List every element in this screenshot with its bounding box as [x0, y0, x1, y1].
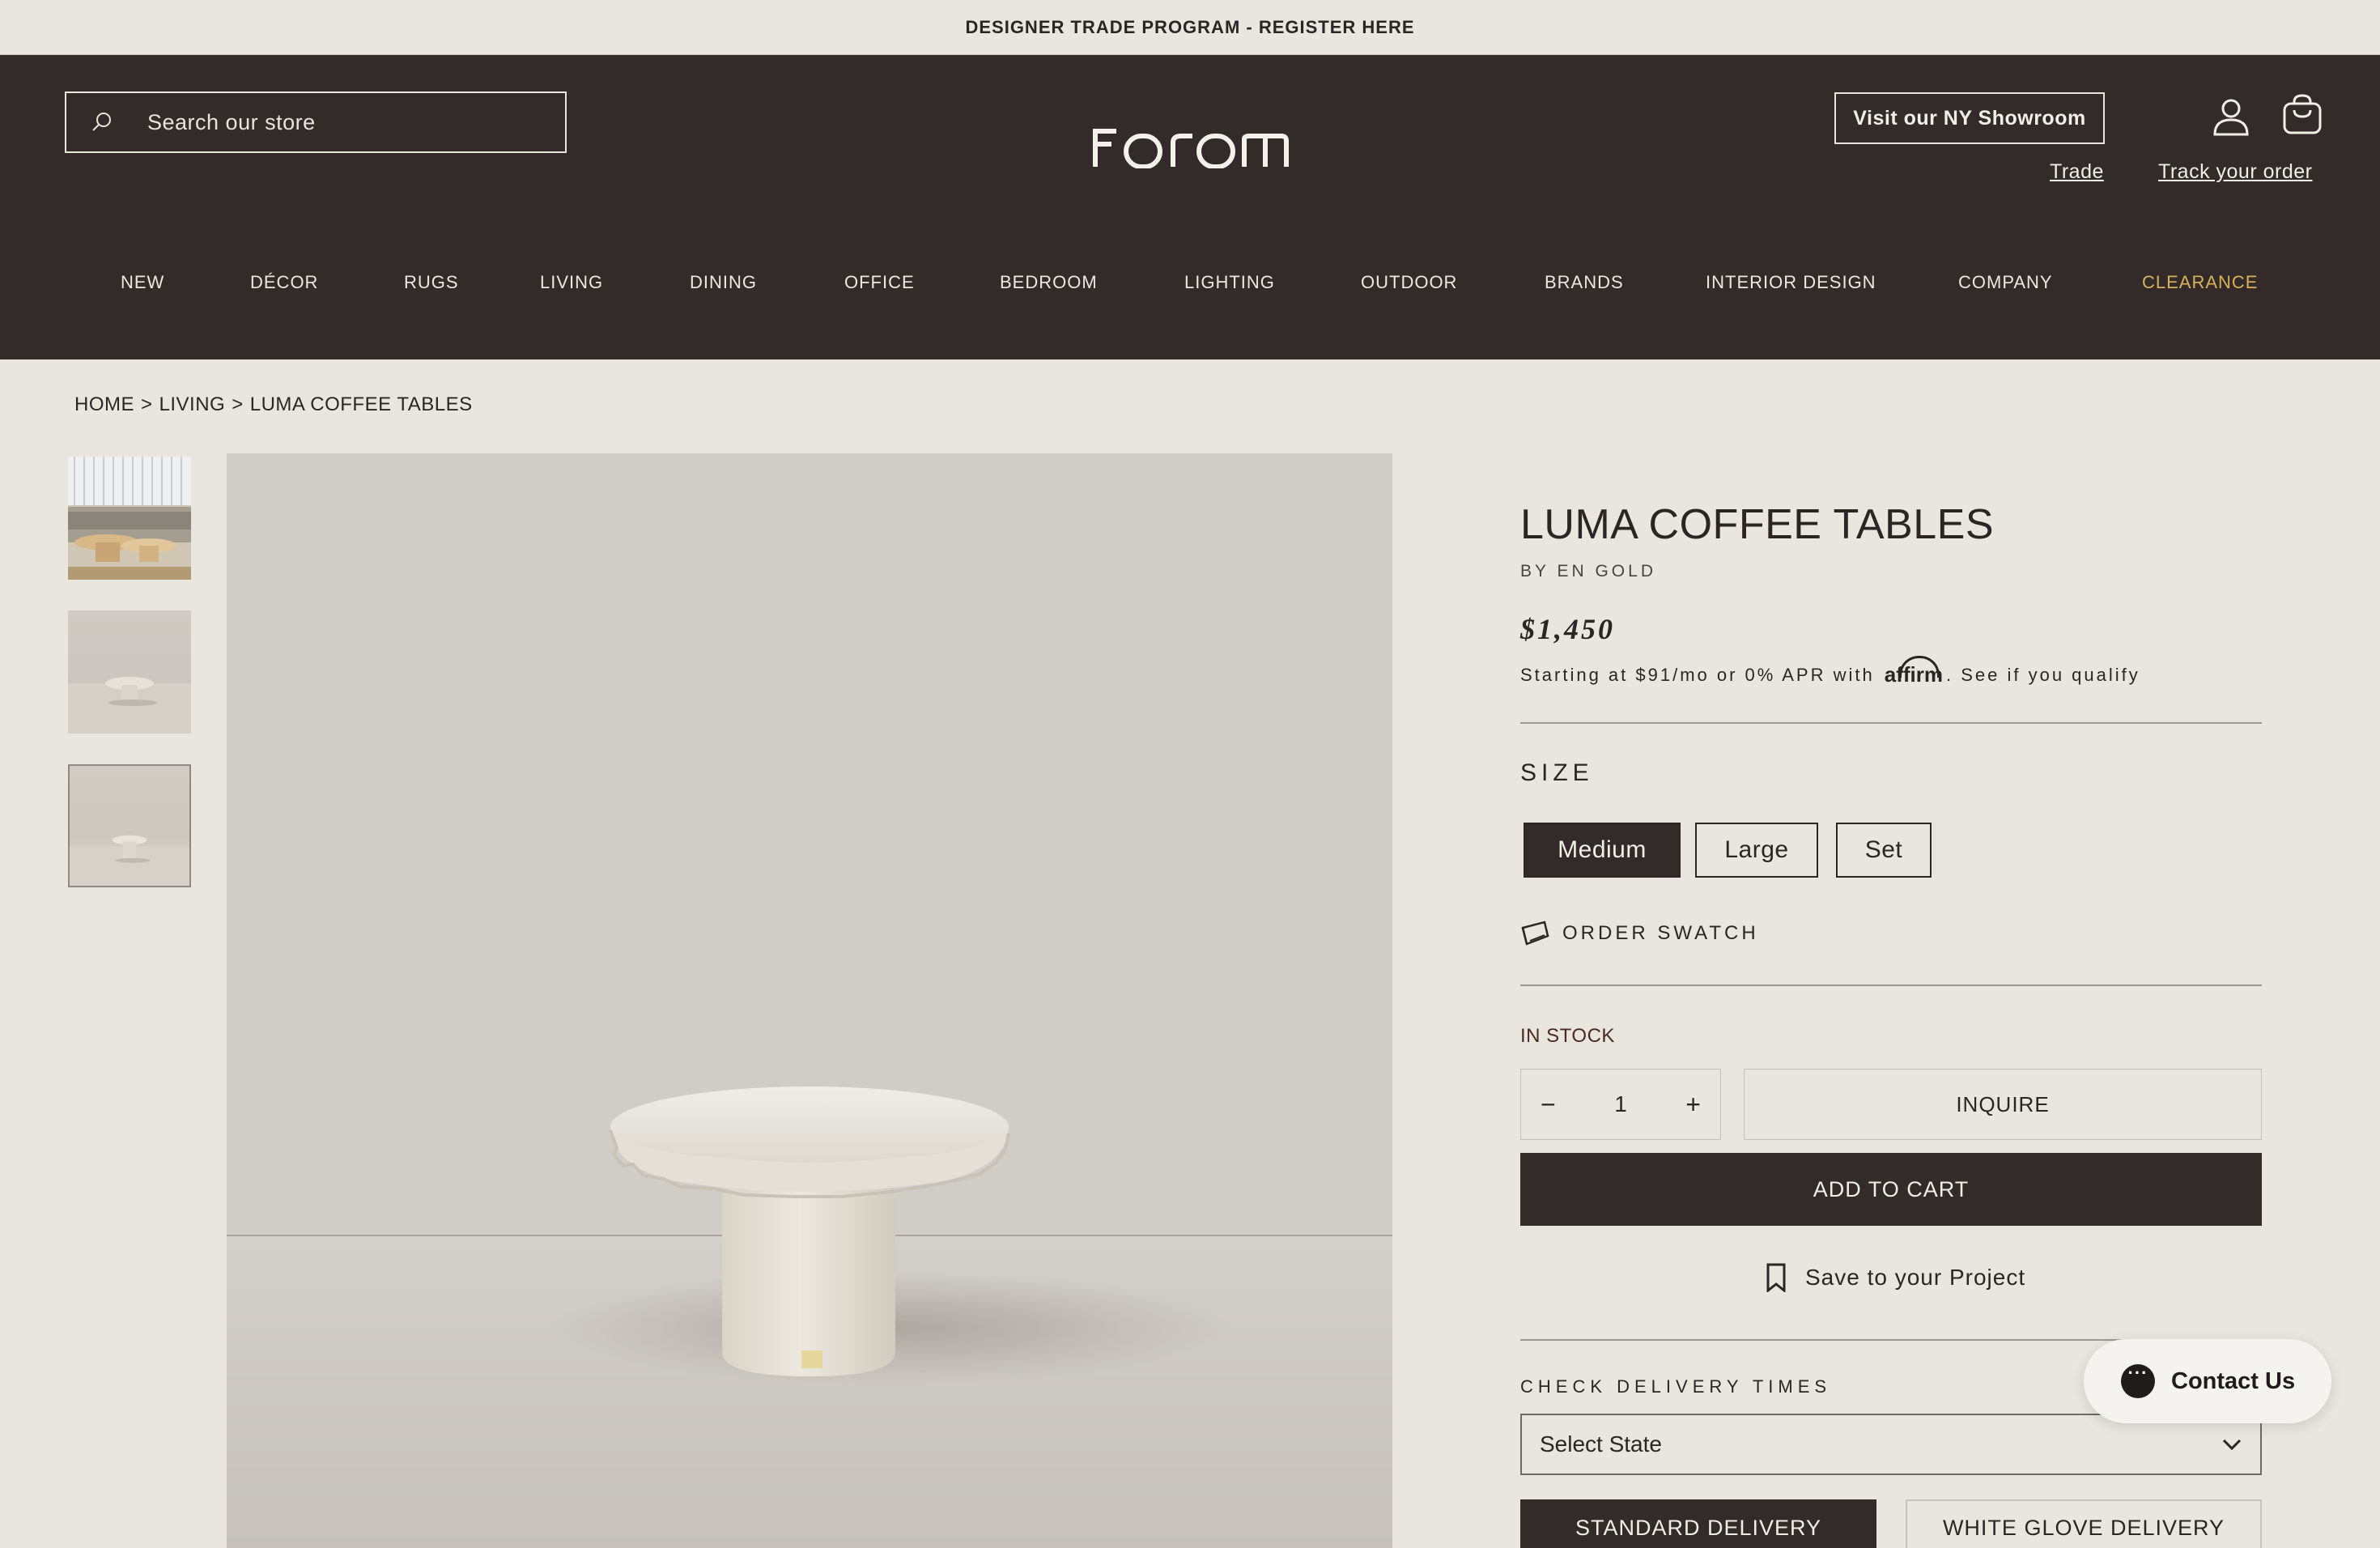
trade-link[interactable]: Trade — [2050, 160, 2104, 184]
nav-item-dining[interactable]: DINING — [690, 272, 757, 293]
nav-item-brands[interactable]: BRANDS — [1545, 272, 1624, 293]
breadcrumb-separator: > — [232, 393, 244, 415]
nav-item-bedroom[interactable]: BEDROOM — [1000, 272, 1098, 293]
chat-bubble-icon — [2121, 1363, 2155, 1398]
size-option-medium[interactable]: Medium — [1524, 823, 1681, 878]
size-label: SIZE — [1520, 759, 1594, 786]
account-icon[interactable] — [2210, 96, 2252, 138]
contact-us-label: Contact Us — [2171, 1367, 2296, 1394]
delivery-times-label: CHECK DELIVERY TIMES — [1520, 1376, 1832, 1397]
stock-status: IN STOCK — [1520, 1025, 1615, 1047]
main-product-image[interactable] — [227, 453, 1392, 1548]
breadcrumb-separator: > — [141, 393, 153, 415]
product-price: $1,450 — [1520, 613, 1615, 645]
nav-item-interior-design[interactable]: INTERIOR DESIGN — [1706, 272, 1876, 293]
site-logo[interactable] — [1085, 116, 1295, 172]
inquire-button[interactable]: INQUIRE — [1744, 1069, 2262, 1140]
nav-item-lighting[interactable]: LIGHTING — [1184, 272, 1275, 293]
save-to-project-button[interactable]: Save to your Project — [1765, 1263, 2025, 1292]
thumbnail-table-image — [68, 677, 191, 734]
affirm-logo: affirm — [1884, 656, 1943, 687]
product-thumbnail-3[interactable] — [68, 764, 191, 887]
search-placeholder: Search our store — [147, 109, 316, 134]
site-header: Search our store Visit our NY Showroom T… — [0, 55, 2380, 359]
nav-item-living[interactable]: LIVING — [540, 272, 603, 293]
order-swatch-button[interactable]: ORDER SWATCH — [1520, 920, 1759, 947]
breadcrumb-living[interactable]: LIVING — [159, 393, 226, 416]
search-input[interactable]: Search our store — [65, 91, 567, 153]
quantity-decrease-button[interactable]: − — [1541, 1090, 1556, 1120]
coffee-table-photo — [227, 453, 1392, 1548]
quantity-input[interactable]: 1 — [1614, 1091, 1627, 1117]
financing-qualify-link[interactable]: . See if you qualify — [1946, 665, 2140, 686]
announcement-text[interactable]: DESIGNER TRADE PROGRAM - REGISTER HERE — [965, 17, 1414, 38]
search-icon — [92, 113, 111, 131]
financing-prefix: Starting at $91/mo or 0% APR with — [1520, 664, 1875, 685]
product-brand[interactable]: BY EN GOLD — [1520, 562, 1656, 581]
thumbnail-table-image-small — [70, 835, 189, 886]
nav-item-office[interactable]: OFFICE — [844, 272, 915, 293]
bookmark-icon — [1766, 1263, 1786, 1292]
white-glove-delivery-button[interactable]: WHITE GLOVE DELIVERY — [1906, 1499, 2262, 1548]
nav-item-clearance[interactable]: CLEARANCE — [2142, 272, 2258, 293]
product-title: LUMA COFFEE TABLES — [1520, 501, 1995, 548]
breadcrumb-current: LUMA COFFEE TABLES — [249, 393, 473, 415]
standard-delivery-button[interactable]: STANDARD DELIVERY — [1520, 1499, 1876, 1548]
nav-item-rugs[interactable]: RUGS — [404, 272, 459, 293]
nav-item-decor[interactable]: DÉCOR — [250, 272, 318, 293]
cart-icon[interactable] — [2281, 94, 2323, 136]
product-thumbnail-1[interactable] — [68, 457, 191, 580]
quantity-stepper: − 1 + — [1520, 1069, 1721, 1140]
track-order-link[interactable]: Track your order — [2158, 160, 2312, 184]
swatch-icon — [1521, 921, 1549, 946]
order-swatch-label: ORDER SWATCH — [1562, 922, 1759, 944]
nav-item-outdoor[interactable]: OUTDOOR — [1361, 272, 1457, 293]
nav-item-company[interactable]: COMPANY — [1958, 272, 2053, 293]
nav-item-new[interactable]: NEW — [121, 272, 164, 293]
contact-us-button[interactable]: Contact Us — [2084, 1339, 2331, 1423]
divider — [1520, 722, 2262, 724]
save-to-project-label: Save to your Project — [1805, 1265, 2026, 1290]
logo-wordmark — [1093, 129, 1289, 168]
showroom-button[interactable]: Visit our NY Showroom — [1834, 92, 2105, 144]
size-option-set[interactable]: Set — [1836, 823, 1932, 878]
breadcrumb-home[interactable]: HOME — [74, 393, 134, 416]
breadcrumb: HOME > LIVING > LUMA COFFEE TABLES — [74, 393, 473, 416]
financing-text: Starting at $91/mo or 0% APR with affirm… — [1520, 656, 2140, 687]
product-thumbnail-2[interactable] — [68, 610, 191, 734]
divider — [1520, 985, 2262, 986]
main-nav: NEW DÉCOR RUGS LIVING DINING OFFICE BEDR… — [0, 272, 2380, 304]
chevron-down-icon — [2222, 1439, 2242, 1451]
add-to-cart-button[interactable]: ADD TO CART — [1520, 1153, 2262, 1226]
announcement-bar[interactable]: DESIGNER TRADE PROGRAM - REGISTER HERE — [0, 0, 2380, 55]
size-option-large[interactable]: Large — [1695, 823, 1818, 878]
quantity-increase-button[interactable]: + — [1685, 1090, 1701, 1120]
state-select-value: Select State — [1540, 1431, 1662, 1457]
thumbnail-room-image — [68, 457, 191, 580]
